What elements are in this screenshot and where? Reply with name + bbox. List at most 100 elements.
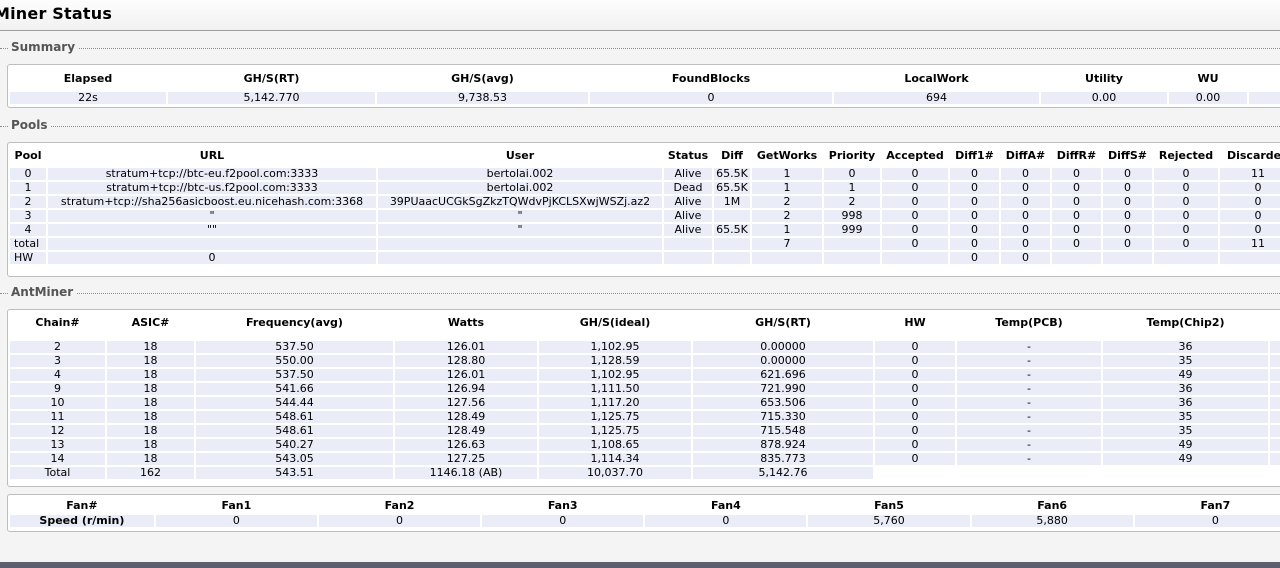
chain-cell: 0 [875,341,955,353]
chain-cell: 128.49 [395,411,537,423]
chain-cell: 126.94 [395,383,537,395]
pool-cell: 65.5K [714,224,750,236]
chain-cell: 49 [1103,369,1268,381]
chain-cell: 1,114.34 [539,453,691,465]
chain-cell: 49 [1103,439,1268,451]
chain-cell: 0 [875,439,955,451]
chain-cell: 550.00 [196,355,393,367]
pool-cell: 0 [1220,210,1280,222]
pool-cell [714,238,750,250]
pool-cell: "" [48,224,376,236]
fans-header-4: Fan4 [710,498,741,512]
chain-cell: - [957,341,1101,353]
pool-cell [378,238,662,250]
chain-cell: 18 [107,397,194,409]
pool-cell: bertolai.002 [378,182,662,194]
chain-cell: 715.548 [693,425,873,437]
pool-cell: 0 [950,252,999,264]
pool-cell [714,210,750,222]
fan-speed-value: 5,760 [808,515,970,527]
pool-cell: 0 [1154,168,1218,180]
chain-cell: 540.27 [196,439,393,451]
chain-cell: oooo [1270,341,1280,353]
chain-row: 1118548.61128.491,125.75715.3300-35oooo [10,411,1280,423]
pool-cell: 0 [882,238,948,250]
chain-cell: - [957,383,1101,395]
pools-header-6: Priority [828,149,876,162]
antminer-header-0: Chain# [35,316,80,329]
pools-header-4: Diff [721,149,743,162]
summary-header-1: GH/S(RT) [243,72,300,85]
pool-cell: 1 [752,182,822,194]
fan-speed-value: 0 [645,515,807,527]
fans-header-0: Fan# [66,498,98,512]
chain-cell: oooo [1270,439,1280,451]
summary-values-row: 22s 5,142.770 9,738.53 0 694 0.00 0.00 [10,92,1280,104]
pool-cell: 0 [882,210,948,222]
pool-cell [1052,252,1101,264]
chain-cell: 0 [875,411,955,423]
pool-cell: 2 [824,196,880,208]
pool-cell: Alive [664,196,712,208]
chain-cell: 0 [875,369,955,381]
chain-cell: 878.924 [693,439,873,451]
pool-cell: 0 [10,168,46,180]
pool-cell: 0 [1001,168,1050,180]
summary-value: 0 [590,92,832,104]
antminer-header-row: Chain# ASIC# Frequency(avg) Watts GH/S(ideal… [10,312,1280,333]
pool-cell: Dead [664,182,712,194]
pool-cell: 0 [1103,224,1152,236]
fan-speed-value: 0 [318,515,481,527]
antminer-section: AntMiner Chain# ASIC# Frequency(avg) Watts G… [0,285,1280,487]
chain-cell: oooo [1270,425,1280,437]
pool-cell: bertolai.002 [378,168,662,180]
fans-header-3: Fan3 [547,498,578,512]
summary-value: 9,738.53 [377,92,588,104]
summary-legend: Summary [8,40,79,54]
pool-cell: total [10,238,46,250]
fans-header-row: Fan# Fan1 Fan2 Fan3 Fan4 Fan5 Fan6 Fan7 [10,497,1280,513]
chain-cell: 18 [107,341,194,353]
pools-header-11: DiffS# [1108,149,1147,162]
fans-header-6: Fan6 [1037,498,1068,512]
pool-cell: 65.5K [714,168,750,180]
chain-cell: 548.61 [196,411,393,423]
pools-header-0: Pool [14,149,42,162]
summary-header-4: LocalWork [904,72,969,85]
pool-cell: 0 [1103,182,1152,194]
pool-cell: " [48,210,376,222]
antminer-header-2: Frequency(avg) [246,316,343,329]
pool-cell: 0 [1154,210,1218,222]
chain-cell: 3 [10,355,105,367]
pool-cell [752,252,822,264]
pools-header-12: Rejected [1158,149,1214,162]
chain-cell: 721.990 [693,383,873,395]
pool-cell: " [378,210,662,222]
pools-table: Pool URL User Status Diff GetWorks Priority Acc… [8,143,1280,266]
chain-cell: 541.66 [196,383,393,395]
chain-cell: 621.696 [693,369,873,381]
chain-cell: 18 [107,383,194,395]
pool-cell: 0 [1001,182,1050,194]
pool-cell [1103,252,1152,264]
pool-cell: 0 [1052,196,1101,208]
pool-cell: 0 [1103,196,1152,208]
chain-cell: 537.50 [196,341,393,353]
fans-box: Fan# Fan1 Fan2 Fan3 Fan4 Fan5 Fan6 Fan7 Speed (… [7,494,1280,532]
chain-cell: oooo [1270,383,1280,395]
chain-cell: 162 [107,467,194,479]
chain-cell [957,467,1101,479]
pool-cell: 999 [824,224,880,236]
fan-speed-row: Speed (r/min) 0 0 0 0 5,760 5,880 0 [10,515,1280,527]
chain-cell: 10,037.70 [539,467,691,479]
pool-cell: 0 [1001,224,1050,236]
chain-cell: 1,125.75 [539,411,691,423]
chain-cell: 18 [107,411,194,423]
chain-cell: 126.63 [395,439,537,451]
pool-cell: 0 [1154,182,1218,194]
chain-cell: - [957,397,1101,409]
pool-cell: 11 [1220,168,1280,180]
pool-cell [664,238,712,250]
fan-speed-label: Speed (r/min) [10,515,154,527]
chain-cell: 128.80 [395,355,537,367]
